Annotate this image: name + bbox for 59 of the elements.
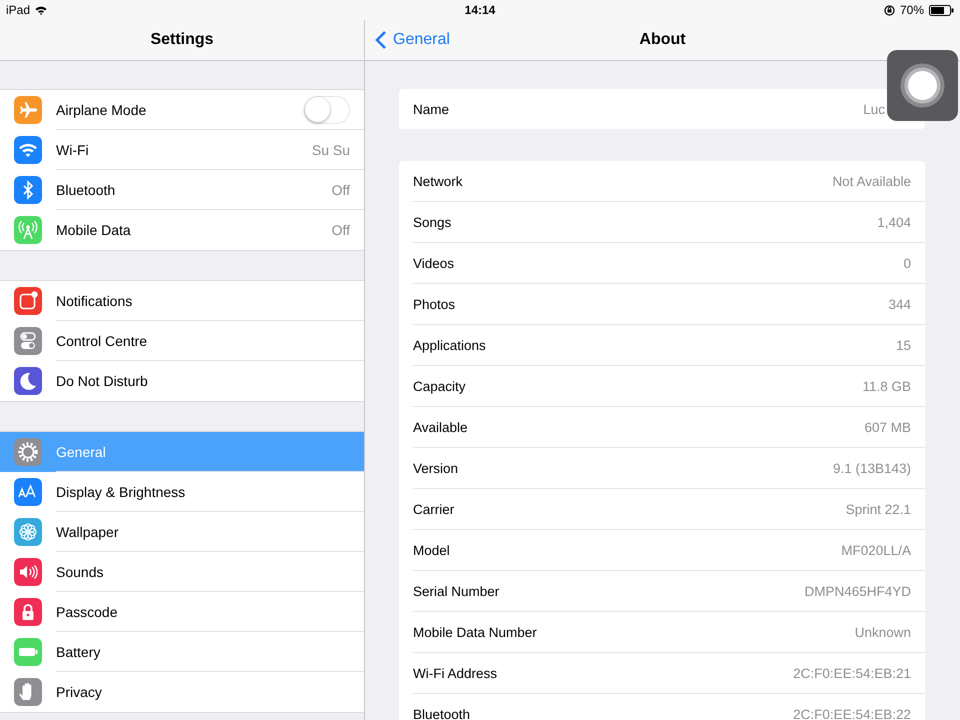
info-value: 2C:F0:EE:54:EB:21 (793, 666, 911, 680)
info-label: Model (413, 542, 451, 558)
page-title: About (639, 31, 686, 49)
info-label: Available (413, 420, 469, 434)
info-value: 1,404 (877, 214, 911, 230)
info-label: Network (413, 174, 464, 188)
info-label: Mobile Data Number (413, 624, 538, 640)
row-value: Off (332, 222, 350, 238)
row-label: Wi-Fi (56, 142, 90, 158)
row-value: Su Su (312, 142, 350, 158)
info-label: Serial Number (413, 584, 500, 598)
info-label: Version (413, 460, 460, 476)
info-value: 607 MB (864, 420, 911, 434)
row-label: Passcode (56, 604, 118, 620)
info-label: Applications (413, 338, 487, 352)
toggle-switch[interactable] (304, 96, 350, 124)
rotation-lock-icon (884, 4, 895, 16)
row-label: Mobile Data (56, 222, 132, 238)
info-value: 2C:F0:EE:54:EB:22 (793, 706, 911, 720)
info-label: Photos (413, 296, 456, 312)
info-value: 11.8 GB (862, 378, 911, 394)
row-label: Notifications (56, 293, 134, 309)
row-label: Battery (56, 644, 102, 660)
info-value: Not Available (832, 174, 911, 188)
info-value: 15 (896, 338, 911, 352)
row-label: Display & Brightness (56, 484, 186, 500)
info-label: Capacity (413, 378, 467, 394)
info-value: 9.1 (13B143) (832, 460, 911, 476)
info-label: Carrier (413, 502, 456, 516)
row-label: Wallpaper (56, 524, 120, 540)
info-value: Luc (863, 102, 885, 116)
back-button[interactable]: General (365, 29, 456, 51)
device-name: iPad (6, 3, 30, 17)
info-value: DMPN465HF4YD (804, 584, 911, 598)
clock-time: 14:14 (464, 3, 496, 17)
info-value: Unknown (854, 624, 911, 640)
info-value: 344 (888, 296, 911, 312)
pane-title: Settings (150, 31, 214, 49)
info-value: Sprint 22.1 (846, 502, 911, 516)
info-label: Name (413, 102, 450, 116)
assistive-touch-button[interactable] (887, 50, 958, 121)
row-label: Do Not Disturb (56, 373, 149, 389)
row-label: Airplane Mode (56, 102, 148, 118)
info-label: Songs (413, 214, 452, 230)
row-label: General (56, 444, 107, 460)
battery-icon (929, 4, 954, 16)
wifi-icon (35, 6, 48, 14)
row-label: Sounds (56, 564, 104, 580)
chevron-left-icon (375, 30, 387, 50)
info-value: 0 (903, 256, 911, 270)
info-label: Wi-Fi Address (413, 666, 498, 680)
row-label: Bluetooth (56, 182, 116, 198)
row-value: Off (332, 182, 350, 198)
row-label: Privacy (56, 684, 103, 700)
info-label: Videos (413, 256, 456, 270)
info-label: Bluetooth (413, 706, 472, 720)
info-value: MF020LL/A (841, 542, 911, 558)
battery-percentage: 70% (900, 3, 924, 17)
row-label: Control Centre (56, 333, 148, 349)
